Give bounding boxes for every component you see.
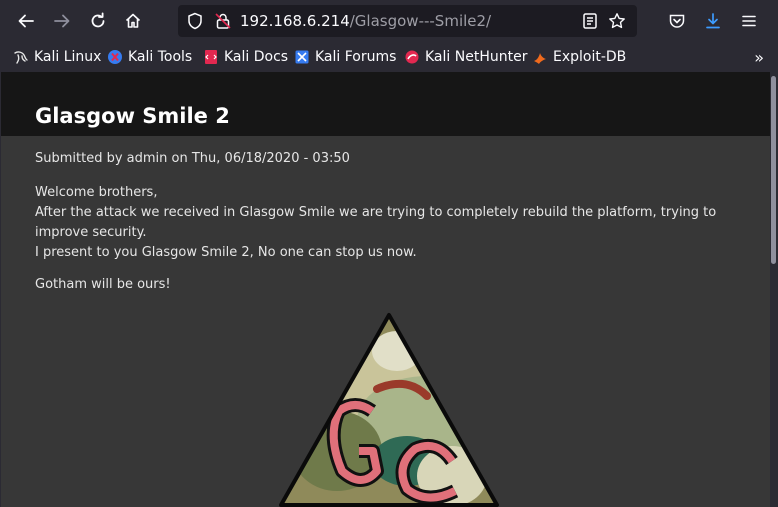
bookmark-exploit-db[interactable]: Exploit-DB bbox=[532, 47, 626, 67]
body-line: Welcome brothers, bbox=[35, 185, 158, 200]
kali-tools-icon bbox=[108, 50, 122, 64]
reload-icon bbox=[91, 12, 105, 28]
reload-button[interactable] bbox=[84, 7, 112, 35]
home-button[interactable] bbox=[119, 7, 147, 35]
reader-view-icon[interactable] bbox=[581, 12, 599, 30]
page-content: Glasgow Smile 2 Submitted by admin on Th… bbox=[1, 72, 770, 507]
url-path: /Glasgow---Smile2/ bbox=[349, 12, 492, 30]
back-button[interactable] bbox=[12, 7, 40, 35]
body-line: I present to you Glasgow Smile 2, No one… bbox=[35, 245, 417, 260]
submitted-meta: Submitted by admin on Thu, 06/18/2020 - … bbox=[35, 151, 350, 166]
bookmarks-toolbar: Kali Linux Kali Tools Kali Docs Kali For… bbox=[0, 42, 778, 72]
bookmark-kali-docs[interactable]: Kali Docs bbox=[203, 47, 288, 67]
bookmark-label: Kali NetHunter bbox=[425, 49, 528, 65]
url-host: 192.168.6.214 bbox=[240, 12, 350, 30]
article-body: Welcome brothers, After the attack we re… bbox=[35, 183, 735, 263]
bookmark-kali-nethunter[interactable]: Kali NetHunter bbox=[404, 47, 527, 67]
glasgow-smile-logo-image bbox=[279, 313, 499, 507]
forward-arrow-icon bbox=[54, 14, 70, 28]
shield-icon[interactable] bbox=[186, 12, 204, 30]
bookmark-kali-tools[interactable]: Kali Tools bbox=[107, 47, 192, 67]
insecure-lock-icon[interactable] bbox=[214, 12, 232, 30]
hamburger-menu-icon bbox=[742, 15, 756, 27]
kali-docs-icon bbox=[205, 50, 217, 64]
bookmarks-overflow-chevron-icon[interactable]: » bbox=[754, 48, 764, 67]
download-icon bbox=[706, 13, 720, 29]
page-title: Glasgow Smile 2 bbox=[35, 104, 230, 128]
url-bar[interactable]: 192.168.6.214/Glasgow---Smile2/ bbox=[178, 5, 637, 37]
url-text[interactable]: 192.168.6.214/Glasgow---Smile2/ bbox=[240, 12, 491, 30]
bookmark-label: Exploit-DB bbox=[553, 49, 627, 65]
forward-button[interactable] bbox=[48, 7, 76, 35]
pocket-button[interactable] bbox=[663, 7, 691, 35]
menu-button[interactable] bbox=[735, 7, 763, 35]
home-icon bbox=[125, 13, 141, 28]
browser-toolbar: 192.168.6.214/Glasgow---Smile2/ bbox=[0, 0, 778, 42]
bookmark-label: Kali Linux bbox=[34, 49, 102, 65]
closing-line: Gotham will be ours! bbox=[35, 277, 171, 292]
bookmark-label: Kali Tools bbox=[128, 49, 193, 65]
bookmark-kali-forums[interactable]: Kali Forums bbox=[294, 47, 396, 67]
downloads-button[interactable] bbox=[699, 7, 727, 35]
kali-dragon-icon bbox=[14, 51, 28, 64]
nethunter-icon bbox=[405, 50, 419, 64]
bookmark-kali-linux[interactable]: Kali Linux bbox=[13, 47, 101, 67]
pocket-icon bbox=[669, 14, 685, 28]
bookmark-star-icon[interactable] bbox=[608, 12, 626, 30]
back-arrow-icon bbox=[18, 14, 34, 28]
bookmark-label: Kali Forums bbox=[315, 49, 397, 65]
bookmark-label: Kali Docs bbox=[224, 49, 289, 65]
scrollbar-thumb[interactable] bbox=[771, 76, 776, 264]
kali-forums-icon bbox=[295, 50, 309, 64]
page-scrollbar[interactable] bbox=[770, 72, 778, 507]
body-line: After the attack we received in Glasgow … bbox=[35, 205, 717, 240]
exploit-db-icon bbox=[534, 53, 546, 64]
